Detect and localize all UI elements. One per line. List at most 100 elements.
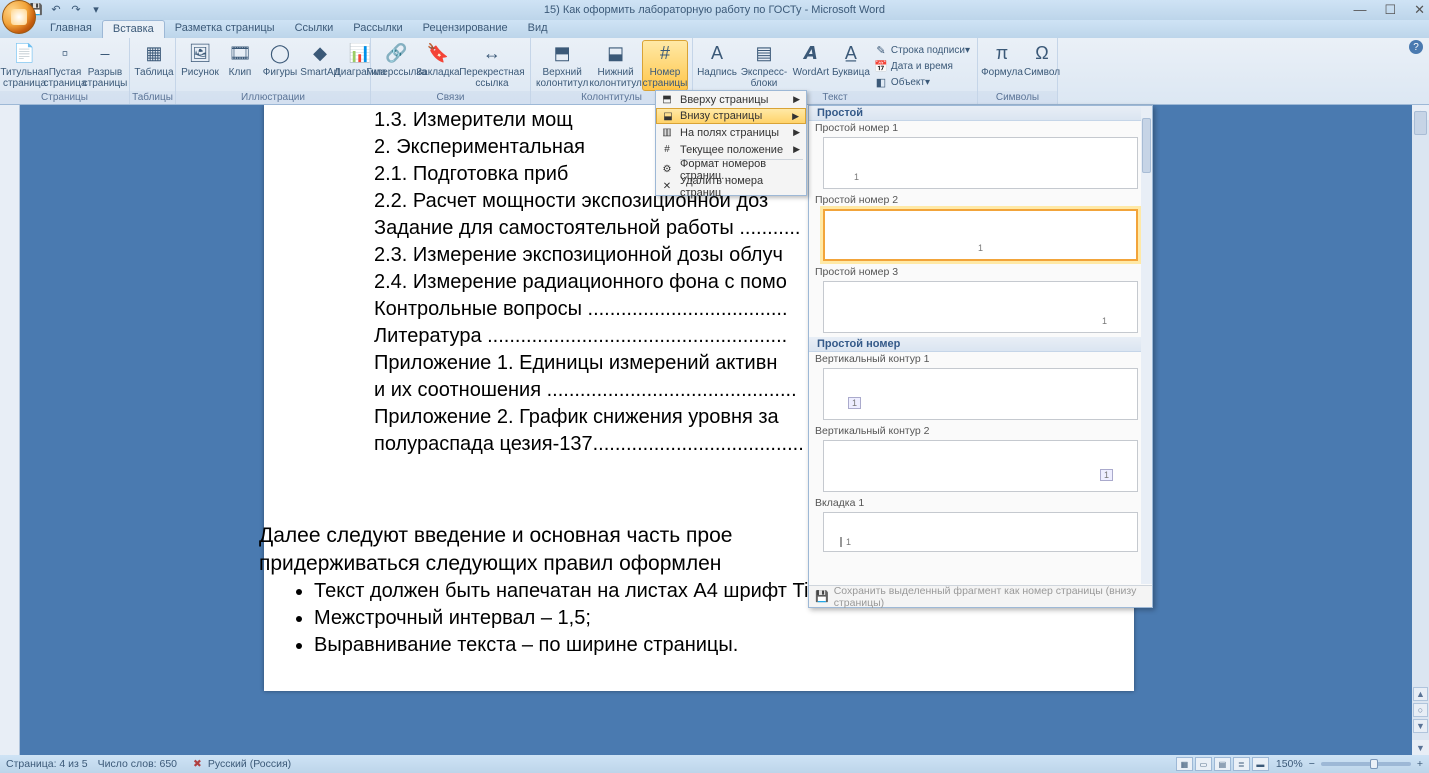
status-word-count[interactable]: Число слов: 650 (98, 758, 177, 770)
chevron-right-icon: ▶ (793, 94, 800, 105)
tab-review[interactable]: Рецензирование (413, 20, 518, 38)
submenu-top-of-page[interactable]: ⬒Вверху страницы▶ (656, 91, 806, 108)
gallery-footer[interactable]: 💾Сохранить выделенный фрагмент как номер… (809, 585, 1152, 607)
tab-insert[interactable]: Вставка (102, 20, 165, 38)
page-number-icon: # (653, 42, 677, 66)
break-icon: ⎯ (93, 42, 117, 66)
browse-object-icon[interactable]: ○ (1413, 703, 1428, 717)
gallery-item-plain-1[interactable]: 1 (823, 137, 1138, 189)
gallery-item-label: Простой номер 3 (809, 265, 1152, 279)
maximize-button[interactable]: ☐ (1384, 2, 1396, 18)
table-button[interactable]: ▦Таблица (134, 40, 174, 80)
gallery-item-label: Вертикальный контур 2 (809, 424, 1152, 438)
shapes-icon: ◯ (268, 42, 292, 66)
status-language[interactable]: Русский (Россия) (208, 758, 291, 770)
tab-page-layout[interactable]: Разметка страницы (165, 20, 285, 38)
gallery-item-label: Простой номер 1 (809, 121, 1152, 135)
equation-button[interactable]: πФормула (982, 40, 1022, 80)
next-page-icon[interactable]: ▼ (1413, 719, 1428, 733)
datetime-icon: 📅 (874, 59, 888, 73)
group-label-symbols: Символы (978, 91, 1057, 104)
table-icon: ▦ (142, 42, 166, 66)
minimize-button[interactable]: — (1353, 2, 1366, 18)
office-button[interactable] (2, 0, 36, 34)
zoom-slider-knob[interactable] (1370, 759, 1378, 769)
picture-icon: 🖼 (188, 42, 212, 66)
submenu-page-margins[interactable]: ▥На полях страницы▶ (656, 124, 806, 141)
blank-page-button[interactable]: ▫Пустая страница (45, 40, 85, 91)
crossref-button[interactable]: ↔Перекрестная ссылка (458, 40, 526, 91)
group-label-links: Связи (371, 91, 530, 104)
header-button[interactable]: ⬒Верхний колонтитул (535, 40, 589, 91)
bullet-item: Выравнивание текста – по ширине страницы… (314, 634, 1024, 657)
status-bar: Страница: 4 из 5 Число слов: 650 ✖ Русск… (0, 755, 1429, 773)
signature-line-button[interactable]: ✎Строка подписи ▾ (871, 42, 973, 58)
gallery-scrollbar[interactable] (1141, 106, 1152, 584)
dropcap-button[interactable]: A̲Буквица (831, 40, 871, 80)
zoom-in-button[interactable]: + (1417, 758, 1423, 770)
wordart-button[interactable]: 𝘼WordArt (791, 40, 831, 80)
footer-button[interactable]: ⬓Нижний колонтитул (589, 40, 642, 91)
object-button[interactable]: ◧Объект ▾ (871, 74, 973, 90)
qat-undo-icon[interactable]: ↶ (48, 1, 64, 17)
margins-icon: ▥ (660, 126, 674, 140)
chevron-right-icon: ▶ (793, 127, 800, 138)
view-outline-icon[interactable]: ≣ (1233, 757, 1250, 771)
gallery-item-plain-3[interactable]: 1 (823, 281, 1138, 333)
bullet-item: Межстрочный интервал – 1,5; (314, 607, 1024, 630)
view-web-icon[interactable]: ▤ (1214, 757, 1231, 771)
gallery-item-plain-2[interactable]: 1 (823, 209, 1138, 261)
clip-button[interactable]: 🎞Клип (220, 40, 260, 80)
gallery-scrollbar-thumb[interactable] (1142, 118, 1151, 173)
page-break-button[interactable]: ⎯Разрыв страницы (85, 40, 125, 91)
hyperlink-icon: 🔗 (384, 42, 408, 66)
submenu-remove-numbers[interactable]: ✕Удалить номера страниц (656, 178, 806, 195)
shapes-button[interactable]: ◯Фигуры (260, 40, 300, 80)
position-icon: # (660, 143, 674, 157)
gallery-item-vcontour-1[interactable]: 1 (823, 368, 1138, 420)
tab-home[interactable]: Главная (40, 20, 102, 38)
chart-icon: 📊 (348, 42, 372, 66)
group-label-illustrations: Иллюстрации (176, 91, 370, 104)
prev-page-icon[interactable]: ▲ (1413, 687, 1428, 701)
symbol-icon: Ω (1030, 42, 1054, 66)
view-print-layout-icon[interactable]: ▦ (1176, 757, 1193, 771)
zoom-out-button[interactable]: − (1309, 758, 1315, 770)
cover-page-button[interactable]: 📄Титульная страница (4, 40, 45, 91)
gallery-section-header: Простой номер (809, 337, 1152, 352)
textbox-button[interactable]: AНадпись (697, 40, 737, 80)
ribbon-tabs: Главная Вставка Разметка страницы Ссылки… (0, 20, 1429, 38)
tab-mailings[interactable]: Рассылки (343, 20, 412, 38)
view-draft-icon[interactable]: ▬ (1252, 757, 1269, 771)
bottom-page-icon: ⬓ (661, 109, 675, 123)
datetime-button[interactable]: 📅Дата и время (871, 58, 973, 74)
gallery-item-vcontour-2[interactable]: 1 (823, 440, 1138, 492)
close-button[interactable]: ✕ (1414, 2, 1425, 18)
vertical-scrollbar[interactable]: ▲ ▼ (1412, 105, 1429, 755)
qat-more-icon[interactable]: ▾ (88, 1, 104, 17)
view-fullscreen-icon[interactable]: ▭ (1195, 757, 1212, 771)
zoom-level[interactable]: 150% (1276, 758, 1303, 770)
crossref-icon: ↔ (480, 42, 504, 66)
textbox-icon: A (705, 42, 729, 66)
picture-button[interactable]: 🖼Рисунок (180, 40, 220, 80)
qat-redo-icon[interactable]: ↷ (68, 1, 84, 17)
gallery-item-tab-1[interactable]: 1 (823, 512, 1138, 552)
symbol-button[interactable]: ΩСимвол (1022, 40, 1062, 80)
submenu-bottom-of-page[interactable]: ⬓Внизу страницы▶ (656, 108, 806, 124)
tab-view[interactable]: Вид (518, 20, 558, 38)
page-number-button[interactable]: #Номер страницы (642, 40, 688, 91)
quickparts-button[interactable]: ▤Экспресс-блоки (737, 40, 791, 91)
bookmark-button[interactable]: 🔖Закладка (418, 40, 458, 80)
hyperlink-button[interactable]: 🔗Гиперссылка (375, 40, 418, 80)
vertical-ruler[interactable] (0, 105, 20, 755)
proofing-icon[interactable]: ✖ (193, 758, 202, 770)
help-icon[interactable]: ? (1409, 40, 1423, 54)
scroll-down-icon[interactable]: ▼ (1412, 740, 1429, 755)
zoom-slider[interactable] (1321, 762, 1411, 766)
status-page[interactable]: Страница: 4 из 5 (6, 758, 88, 770)
submenu-current-position[interactable]: #Текущее положение▶ (656, 141, 806, 158)
page-icon: 📄 (13, 42, 37, 66)
scrollbar-thumb[interactable] (1414, 111, 1427, 135)
tab-references[interactable]: Ссылки (285, 20, 344, 38)
